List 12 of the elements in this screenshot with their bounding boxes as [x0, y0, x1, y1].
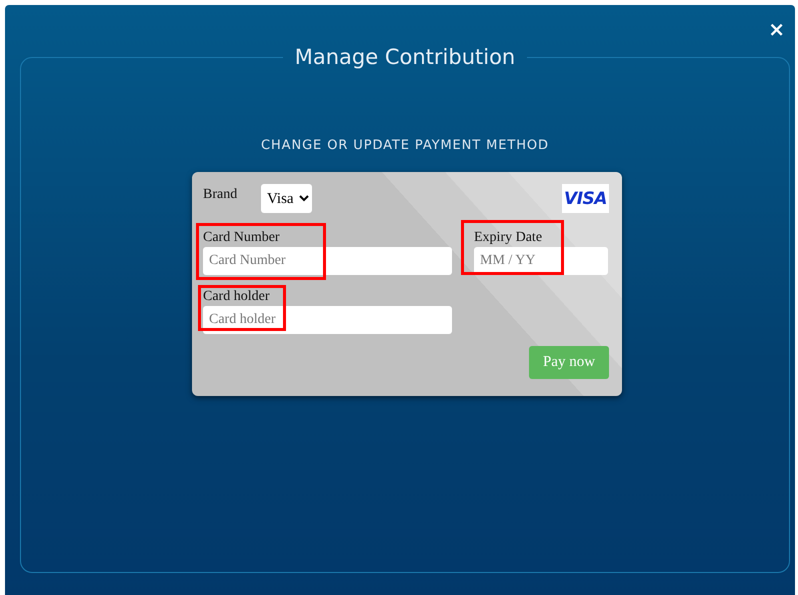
dialog-title: Manage Contribution	[294, 45, 516, 69]
field-label: Brand	[203, 187, 238, 203]
brand-select[interactable]: Visa	[261, 184, 312, 213]
field-label: Card holder	[203, 289, 270, 305]
input-field[interactable]: MM / YY	[474, 247, 608, 275]
field-label: Expiry Date	[474, 230, 544, 246]
input-field[interactable]: Card Number	[203, 247, 452, 275]
section-heading: CHANGE OR UPDATE PAYMENT METHOD	[261, 138, 549, 153]
field-label: Card Number	[203, 230, 281, 246]
card-logo: VISA	[562, 184, 609, 213]
input-field[interactable]: Card holder	[203, 306, 452, 334]
close-button[interactable]: ×	[764, 17, 789, 41]
